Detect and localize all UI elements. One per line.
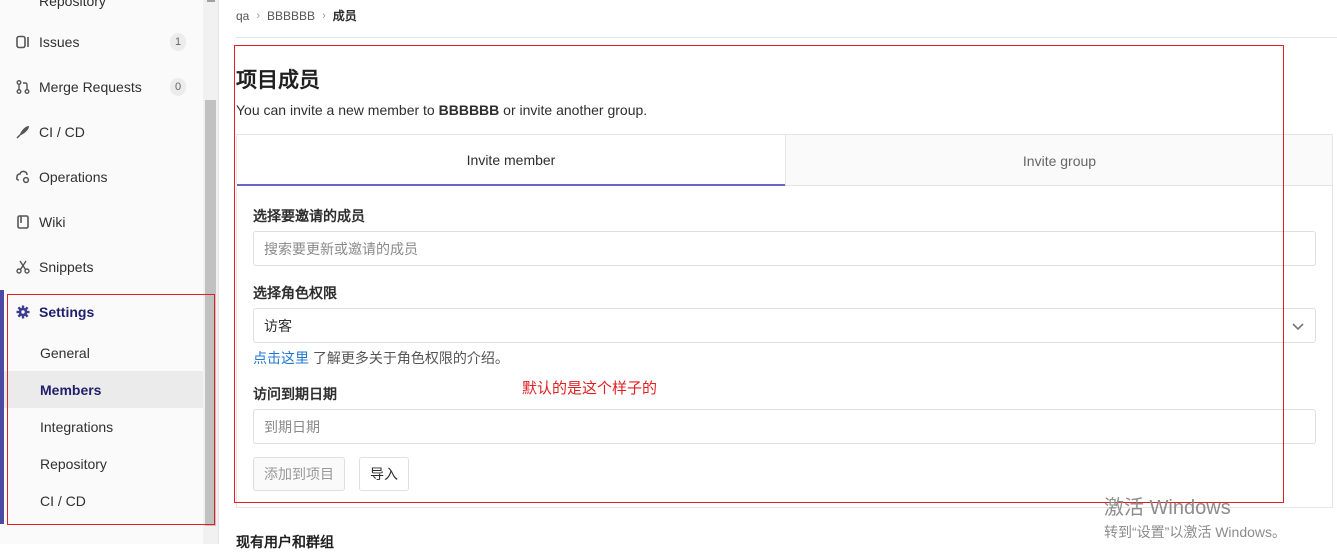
breadcrumb-item-current[interactable]: 成员 bbox=[333, 7, 357, 24]
sidebar-item-operations[interactable]: Operations bbox=[0, 154, 203, 199]
annotation-box-main bbox=[234, 45, 1284, 503]
chevron-right-icon: › bbox=[322, 9, 326, 22]
book-icon bbox=[16, 214, 30, 229]
cloud-gear-icon bbox=[16, 170, 30, 184]
annotation-note: 默认的是这个样子的 bbox=[522, 380, 658, 397]
breadcrumb-divider bbox=[236, 37, 1337, 38]
sidebar-item-issues[interactable]: Issues 1 bbox=[0, 19, 203, 64]
book-icon bbox=[16, 0, 30, 8]
watermark-line-1: 激活 Windows bbox=[1104, 497, 1231, 519]
chevron-down-icon bbox=[1291, 319, 1305, 333]
scroll-up-arrow-icon[interactable] bbox=[207, 0, 215, 2]
annotation-box-settings bbox=[7, 294, 215, 525]
sidebar-item-wiki[interactable]: Wiki bbox=[0, 199, 203, 244]
windows-activation-watermark: 激活 Windows 转到“设置”以激活 Windows。 bbox=[1104, 497, 1286, 542]
sidebar-item-ci-cd[interactable]: CI / CD bbox=[0, 109, 203, 154]
sidebar-item-merge-requests[interactable]: Merge Requests 0 bbox=[0, 64, 203, 109]
watermark-line-2: 转到“设置”以激活 Windows。 bbox=[1104, 524, 1287, 540]
issues-icon bbox=[16, 35, 30, 49]
sidebar-item-label: Operations bbox=[39, 168, 108, 185]
sidebar-item-label: Repository bbox=[39, 0, 106, 9]
sidebar-item-label: Merge Requests bbox=[39, 78, 142, 95]
sidebar: Repository Issues 1 Merge Requests 0 CI … bbox=[0, 0, 219, 544]
chevron-right-icon: › bbox=[256, 9, 261, 22]
scissors-icon bbox=[16, 260, 30, 274]
active-section-indicator bbox=[0, 290, 4, 524]
sidebar-item-label: Snippets bbox=[39, 258, 94, 275]
breadcrumb-item-project[interactable]: BBBBBB bbox=[267, 9, 315, 23]
sidebar-item-label: Issues bbox=[39, 33, 80, 50]
merge-request-icon bbox=[16, 79, 30, 94]
issues-count-badge: 1 bbox=[170, 33, 186, 51]
rocket-icon bbox=[16, 125, 30, 139]
sidebar-item-snippets[interactable]: Snippets bbox=[0, 244, 203, 289]
existing-members-heading: 现有用户和群组 bbox=[236, 534, 334, 550]
sidebar-item-label: CI / CD bbox=[39, 123, 85, 140]
breadcrumb: qa › BBBBBB › 成员 bbox=[236, 7, 357, 24]
sidebar-item-label: Wiki bbox=[39, 213, 66, 230]
breadcrumb-item-group[interactable]: qa bbox=[236, 9, 249, 23]
merge-requests-count-badge: 0 bbox=[170, 78, 186, 96]
